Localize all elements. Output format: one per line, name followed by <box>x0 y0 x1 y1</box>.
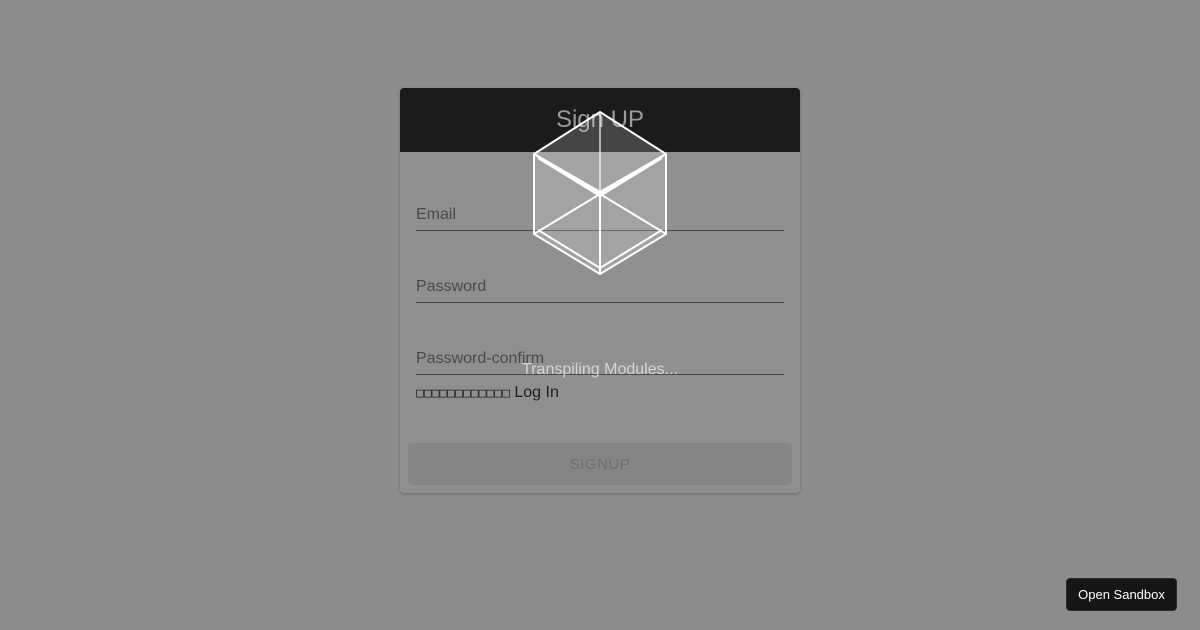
login-row: □□□□□□□□□□□□ Log In <box>416 384 559 402</box>
login-link[interactable]: Log In <box>514 384 558 401</box>
signup-title: Sign UP <box>555 106 645 133</box>
password-confirm-field[interactable] <box>416 344 784 374</box>
email-field-wrapper <box>416 200 784 231</box>
signup-button[interactable]: SIGNUP <box>408 443 792 485</box>
email-field[interactable] <box>416 200 784 230</box>
signup-card-header: Sign UP <box>400 88 800 152</box>
login-prompt: □□□□□□□□□□□□ <box>416 386 510 401</box>
password-field[interactable] <box>416 272 784 302</box>
password-field-wrapper <box>416 272 784 303</box>
password-confirm-field-wrapper <box>416 344 784 375</box>
signup-card: Sign UP □□□□□□□□□□□□ Log In SIGNUP <box>400 88 800 493</box>
open-sandbox-button[interactable]: Open Sandbox <box>1066 578 1177 611</box>
page: Sign UP □□□□□□□□□□□□ Log In SIGNUP <box>0 0 1200 630</box>
